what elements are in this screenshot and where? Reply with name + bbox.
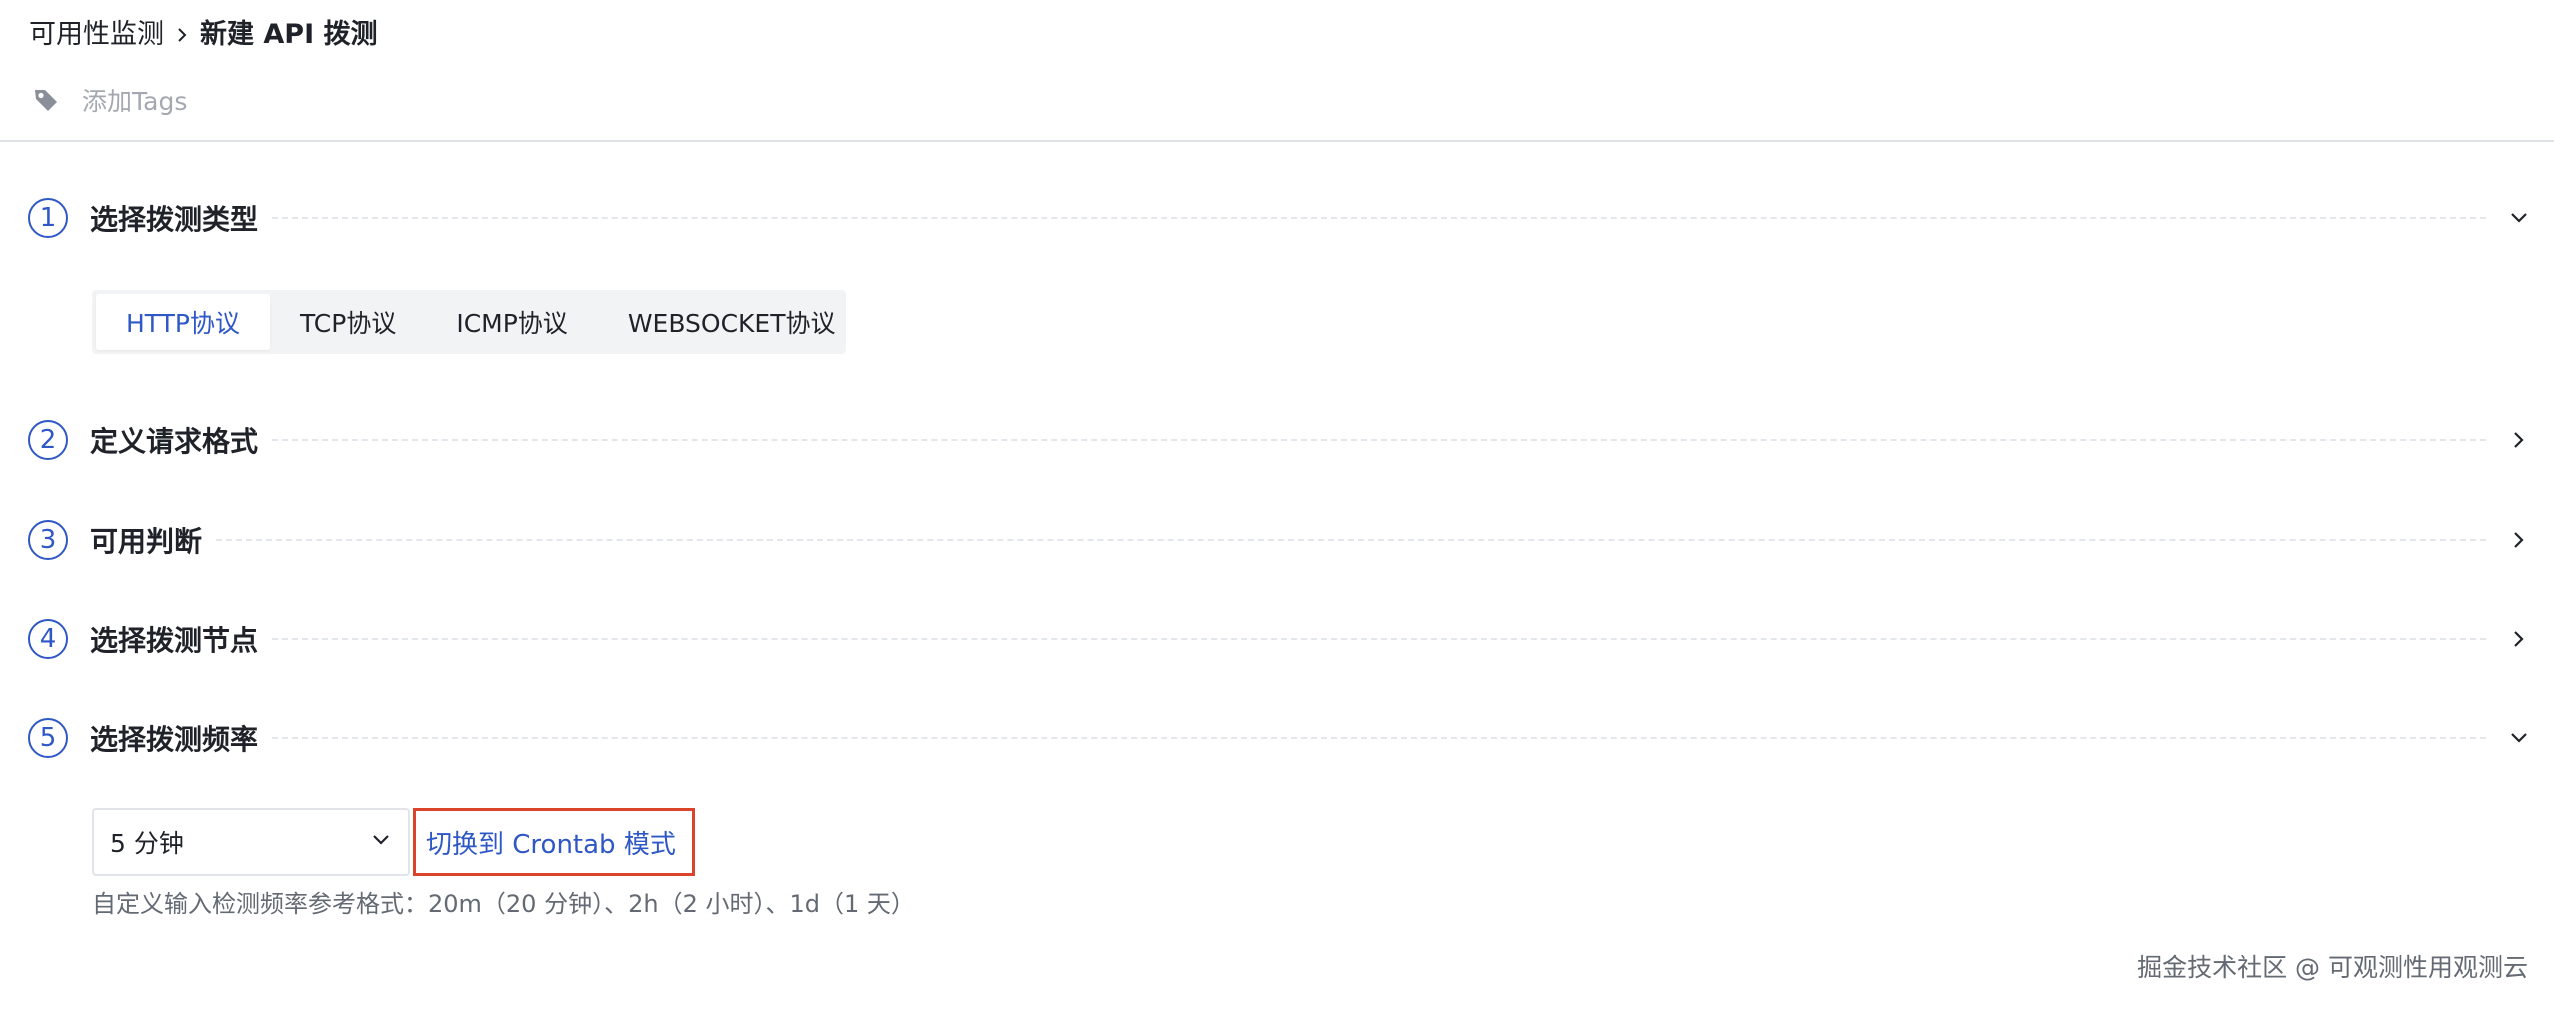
breadcrumb-parent[interactable]: 可用性监测: [29, 14, 164, 56]
step-divider: [272, 439, 2486, 441]
chevron-down-icon[interactable]: [2506, 725, 2532, 751]
add-tags[interactable]: 添加Tags: [32, 80, 187, 120]
step-divider: [216, 539, 2486, 541]
frequency-select[interactable]: 5 分钟: [92, 808, 410, 876]
protocol-tabs: HTTP协议 TCP协议 ICMP协议 WEBSOCKET协议: [92, 290, 846, 354]
step-number: 4: [28, 619, 68, 659]
chevron-down-icon: [370, 828, 392, 857]
chevron-right-icon[interactable]: [2506, 527, 2532, 553]
switch-to-crontab-link[interactable]: 切换到 Crontab 模式: [413, 808, 695, 876]
step-number: 2: [28, 420, 68, 460]
chevron-right-icon[interactable]: [2506, 626, 2532, 652]
step-number: 5: [28, 718, 68, 758]
step-title: 可用判断: [90, 525, 203, 558]
tab-http[interactable]: HTTP协议: [96, 294, 270, 350]
chevron-down-icon[interactable]: [2506, 205, 2532, 231]
step-select-probe-type[interactable]: 1 选择拨测类型: [28, 194, 2532, 242]
chevron-right-icon: [172, 25, 192, 45]
frequency-select-value: 5 分钟: [110, 829, 184, 858]
step-divider: [272, 638, 2486, 640]
step-title: 选择拨测类型: [90, 203, 259, 236]
frequency-help-text: 自定义输入检测频率参考格式：20m（20 分钟）、2h（2 小时）、1d（1 天…: [92, 890, 915, 918]
step-title: 选择拨测频率: [90, 723, 259, 756]
step-title: 选择拨测节点: [90, 624, 259, 657]
tab-tcp[interactable]: TCP协议: [270, 294, 426, 350]
tag-icon: [32, 86, 60, 114]
step-number: 3: [28, 520, 68, 560]
step-select-nodes[interactable]: 4 选择拨测节点: [28, 615, 2532, 663]
step-define-request[interactable]: 2 定义请求格式: [28, 416, 2532, 464]
breadcrumb-current: 新建 API 拨测: [200, 19, 378, 50]
tab-websocket[interactable]: WEBSOCKET协议: [598, 294, 866, 350]
step-title: 定义请求格式: [90, 425, 259, 458]
step-divider: [272, 737, 2486, 739]
tab-icmp[interactable]: ICMP协议: [426, 294, 597, 350]
step-number: 1: [28, 198, 68, 238]
add-tags-label: 添加Tags: [82, 87, 188, 116]
chevron-right-icon[interactable]: [2506, 427, 2532, 453]
step-divider: [272, 217, 2486, 219]
step-select-frequency[interactable]: 5 选择拨测频率: [28, 714, 2532, 762]
step-availability-check[interactable]: 3 可用判断: [28, 516, 2532, 564]
header-divider: [0, 140, 2554, 142]
watermark: 掘金技术社区 @ 可观测性用观测云: [2137, 953, 2528, 982]
breadcrumb: 可用性监测 新建 API 拨测: [29, 14, 378, 56]
